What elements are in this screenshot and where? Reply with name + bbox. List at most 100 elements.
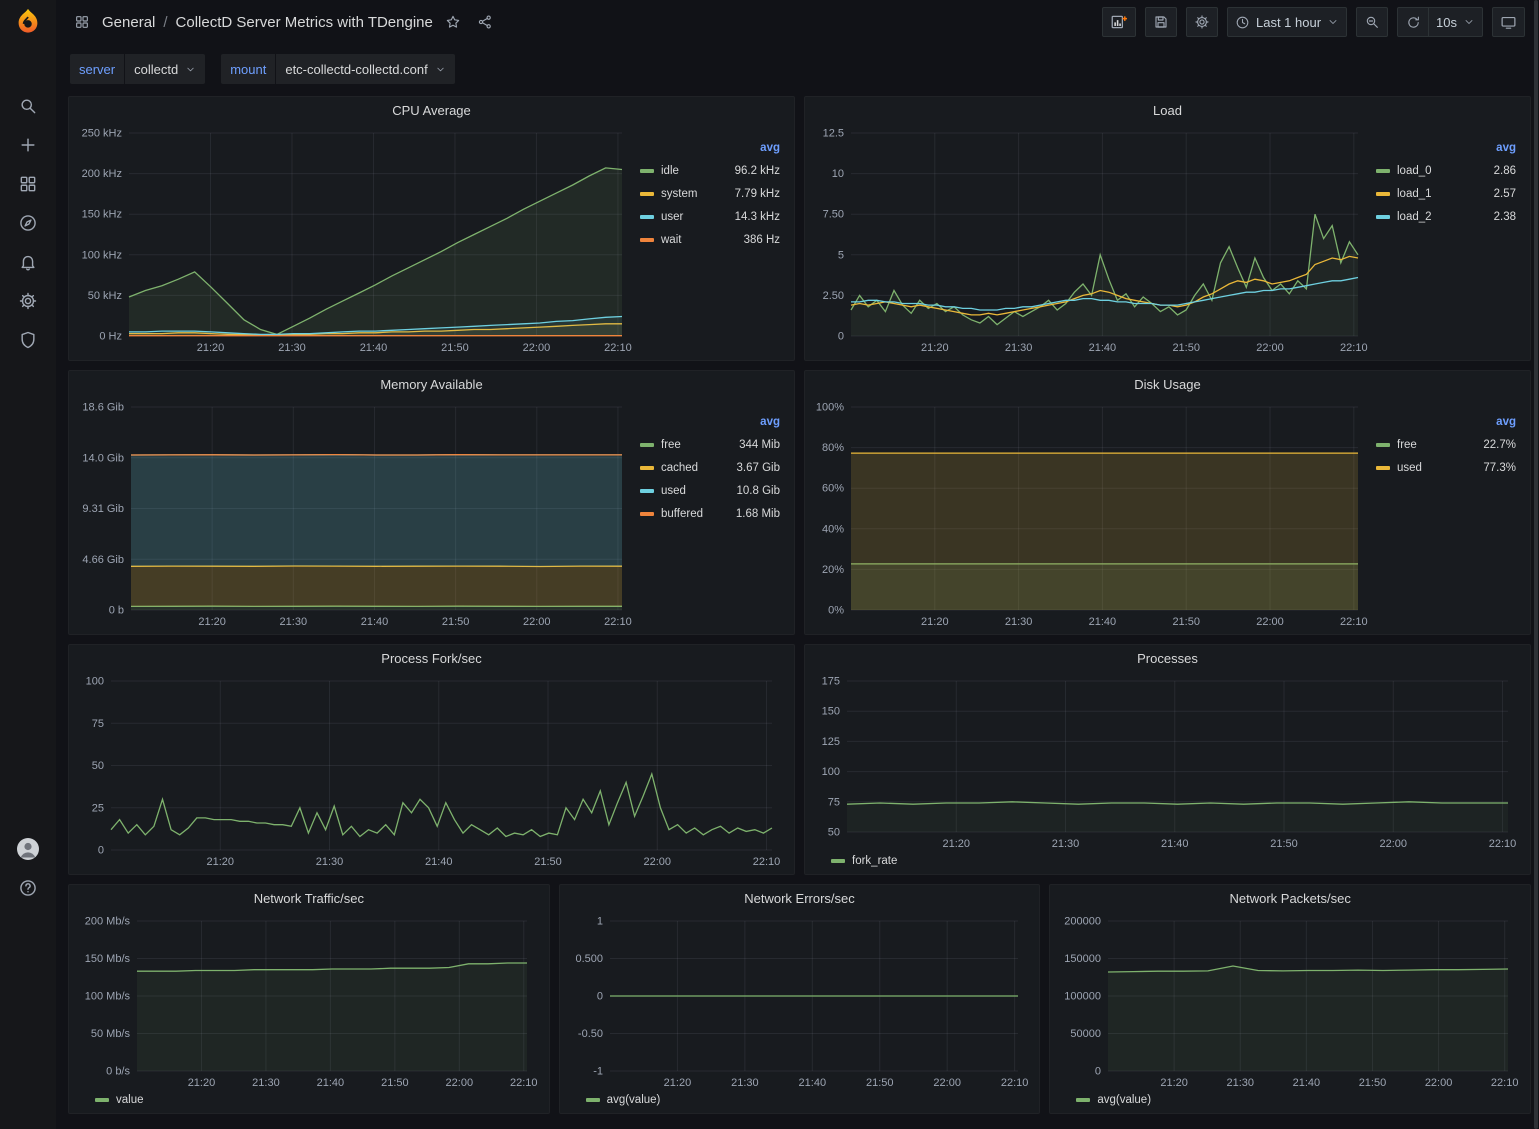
series-name[interactable]: avg(value) bbox=[1097, 1094, 1151, 1106]
dashboard-settings-button[interactable] bbox=[1186, 7, 1218, 37]
processes-chart[interactable]: 175150125100755021:2021:3021:4021:5022:0… bbox=[813, 673, 1522, 852]
legend-item-buffered[interactable]: buffered1.68 Mib bbox=[640, 502, 782, 525]
svg-text:50: 50 bbox=[92, 760, 104, 772]
svg-text:21:30: 21:30 bbox=[252, 1077, 280, 1089]
refresh-button[interactable] bbox=[1397, 7, 1429, 37]
svg-text:25: 25 bbox=[92, 802, 104, 814]
create-plus-icon[interactable] bbox=[0, 125, 56, 164]
legend-item-load_2[interactable]: load_22.38 bbox=[1376, 205, 1518, 228]
series-name[interactable]: load_0 bbox=[1397, 165, 1432, 177]
series-avg-value: 10.8 Gib bbox=[729, 485, 782, 497]
svg-text:100%: 100% bbox=[816, 402, 844, 414]
svg-text:21:50: 21:50 bbox=[1270, 838, 1298, 850]
svg-text:21:40: 21:40 bbox=[1293, 1077, 1321, 1089]
svg-text:21:40: 21:40 bbox=[798, 1077, 826, 1089]
legend-item-user[interactable]: user14.3 kHz bbox=[640, 205, 782, 228]
chart-svg: 20000015000010000050000021:2021:3021:402… bbox=[1058, 913, 1522, 1091]
series-name[interactable]: free bbox=[1397, 439, 1417, 451]
chevron-down-icon bbox=[435, 64, 446, 75]
legend-avg-header: avg bbox=[640, 137, 782, 159]
series-color-dash bbox=[640, 192, 654, 196]
memory-available-chart[interactable]: 18.6 Gib14.0 Gib9.31 Gib4.66 Gib0 b21:20… bbox=[77, 399, 636, 630]
series-name[interactable]: value bbox=[116, 1094, 144, 1106]
refresh-interval-dropdown[interactable]: 10s bbox=[1429, 7, 1483, 37]
legend-item-free[interactable]: free344 Mib bbox=[640, 433, 782, 456]
variable-mount-value[interactable]: etc-collectd-collectd.conf bbox=[276, 54, 454, 84]
chart-svg: 12.5107.5052.50021:2021:3021:4021:5022:0… bbox=[813, 125, 1372, 356]
series-name[interactable]: free bbox=[661, 439, 681, 451]
svg-text:21:20: 21:20 bbox=[1161, 1077, 1189, 1089]
svg-text:75: 75 bbox=[92, 718, 104, 730]
panel-title-processes[interactable]: Processes bbox=[805, 645, 1530, 671]
search-icon[interactable] bbox=[0, 86, 56, 125]
series-name[interactable]: load_1 bbox=[1397, 188, 1432, 200]
network-errors-chart[interactable]: 10.5000-0.50-121:2021:3021:4021:5022:002… bbox=[568, 913, 1032, 1091]
svg-text:0 b/s: 0 b/s bbox=[106, 1066, 130, 1078]
panel-title-cpu-average[interactable]: CPU Average bbox=[69, 97, 794, 123]
grafana-logo[interactable] bbox=[0, 0, 56, 44]
series-name[interactable]: wait bbox=[661, 234, 681, 246]
legend-item-value[interactable]: value bbox=[95, 1091, 144, 1109]
legend-item-avg(value)[interactable]: avg(value) bbox=[1076, 1091, 1151, 1109]
disk-usage-chart[interactable]: 100%80%60%40%20%0%21:2021:3021:4021:5022… bbox=[813, 399, 1372, 630]
series-name[interactable]: avg(value) bbox=[607, 1094, 661, 1106]
series-name[interactable]: used bbox=[1397, 462, 1422, 474]
legend-item-cached[interactable]: cached3.67 Gib bbox=[640, 456, 782, 479]
server-admin-shield-icon[interactable] bbox=[0, 320, 56, 359]
scrollbar[interactable] bbox=[1533, 0, 1539, 1129]
zoom-out-button[interactable] bbox=[1356, 7, 1388, 37]
series-name[interactable]: system bbox=[661, 188, 697, 200]
panel-network-packets: Network Packets/sec 20000015000010000050… bbox=[1049, 884, 1531, 1114]
series-color-dash bbox=[831, 859, 845, 863]
series-name[interactable]: used bbox=[661, 485, 686, 497]
panel-title-load[interactable]: Load bbox=[805, 97, 1530, 123]
cycle-view-mode-button[interactable] bbox=[1492, 7, 1525, 37]
favorite-star-icon[interactable] bbox=[441, 10, 465, 34]
svg-text:21:20: 21:20 bbox=[198, 616, 226, 628]
svg-text:150 kHz: 150 kHz bbox=[82, 209, 122, 221]
panel-title-network-traffic[interactable]: Network Traffic/sec bbox=[69, 885, 549, 911]
legend-item-fork_rate[interactable]: fork_rate bbox=[831, 852, 897, 870]
panel-title-process-fork[interactable]: Process Fork/sec bbox=[69, 645, 794, 671]
svg-text:21:20: 21:20 bbox=[197, 342, 225, 354]
scrollbar-thumb[interactable] bbox=[1534, 0, 1538, 1129]
panel-title-network-errors[interactable]: Network Errors/sec bbox=[560, 885, 1040, 911]
user-avatar[interactable] bbox=[0, 829, 56, 868]
legend-item-wait[interactable]: wait386 Hz bbox=[640, 228, 782, 251]
panel-title-memory-available[interactable]: Memory Available bbox=[69, 371, 794, 397]
legend-item-load_1[interactable]: load_12.57 bbox=[1376, 182, 1518, 205]
series-name[interactable]: user bbox=[661, 211, 683, 223]
series-name[interactable]: fork_rate bbox=[852, 855, 897, 867]
series-name[interactable]: load_2 bbox=[1397, 211, 1432, 223]
help-icon[interactable] bbox=[0, 868, 56, 907]
legend-item-free[interactable]: free22.7% bbox=[1376, 433, 1518, 456]
series-name[interactable]: buffered bbox=[661, 508, 703, 520]
legend-item-load_0[interactable]: load_02.86 bbox=[1376, 159, 1518, 182]
configuration-gear-icon[interactable] bbox=[0, 281, 56, 320]
legend-item-idle[interactable]: idle96.2 kHz bbox=[640, 159, 782, 182]
breadcrumb-folder[interactable]: General bbox=[102, 14, 155, 31]
legend-item-system[interactable]: system7.79 kHz bbox=[640, 182, 782, 205]
explore-compass-icon[interactable] bbox=[0, 203, 56, 242]
chart-svg: 10.5000-0.50-121:2021:3021:4021:5022:002… bbox=[568, 913, 1032, 1091]
dashboards-icon[interactable] bbox=[0, 164, 56, 203]
legend-item-avg(value)[interactable]: avg(value) bbox=[586, 1091, 661, 1109]
add-panel-button[interactable] bbox=[1102, 7, 1136, 37]
panel-title-disk-usage[interactable]: Disk Usage bbox=[805, 371, 1530, 397]
time-range-picker[interactable]: Last 1 hour bbox=[1227, 7, 1347, 37]
network-packets-chart[interactable]: 20000015000010000050000021:2021:3021:402… bbox=[1058, 913, 1522, 1091]
load-chart[interactable]: 12.5107.5052.50021:2021:3021:4021:5022:0… bbox=[813, 125, 1372, 356]
save-dashboard-button[interactable] bbox=[1145, 7, 1177, 37]
panel-title-network-packets[interactable]: Network Packets/sec bbox=[1050, 885, 1530, 911]
legend-item-used[interactable]: used77.3% bbox=[1376, 456, 1518, 479]
series-name[interactable]: idle bbox=[661, 165, 679, 177]
network-traffic-chart[interactable]: 200 Mb/s150 Mb/s100 Mb/s50 Mb/s0 b/s21:2… bbox=[77, 913, 541, 1091]
process-fork-chart[interactable]: 100755025021:2021:3021:4021:5022:0022:10 bbox=[77, 673, 786, 870]
cpu-average-chart[interactable]: 250 kHz200 kHz150 kHz100 kHz50 kHz0 Hz21… bbox=[77, 125, 636, 356]
legend-item-used[interactable]: used 10.8 Gib bbox=[640, 479, 782, 502]
alerting-bell-icon[interactable] bbox=[0, 242, 56, 281]
svg-text:80%: 80% bbox=[822, 442, 844, 454]
variable-server-value[interactable]: collectd bbox=[125, 54, 205, 84]
share-icon[interactable] bbox=[473, 10, 497, 34]
series-name[interactable]: cached bbox=[661, 462, 698, 474]
